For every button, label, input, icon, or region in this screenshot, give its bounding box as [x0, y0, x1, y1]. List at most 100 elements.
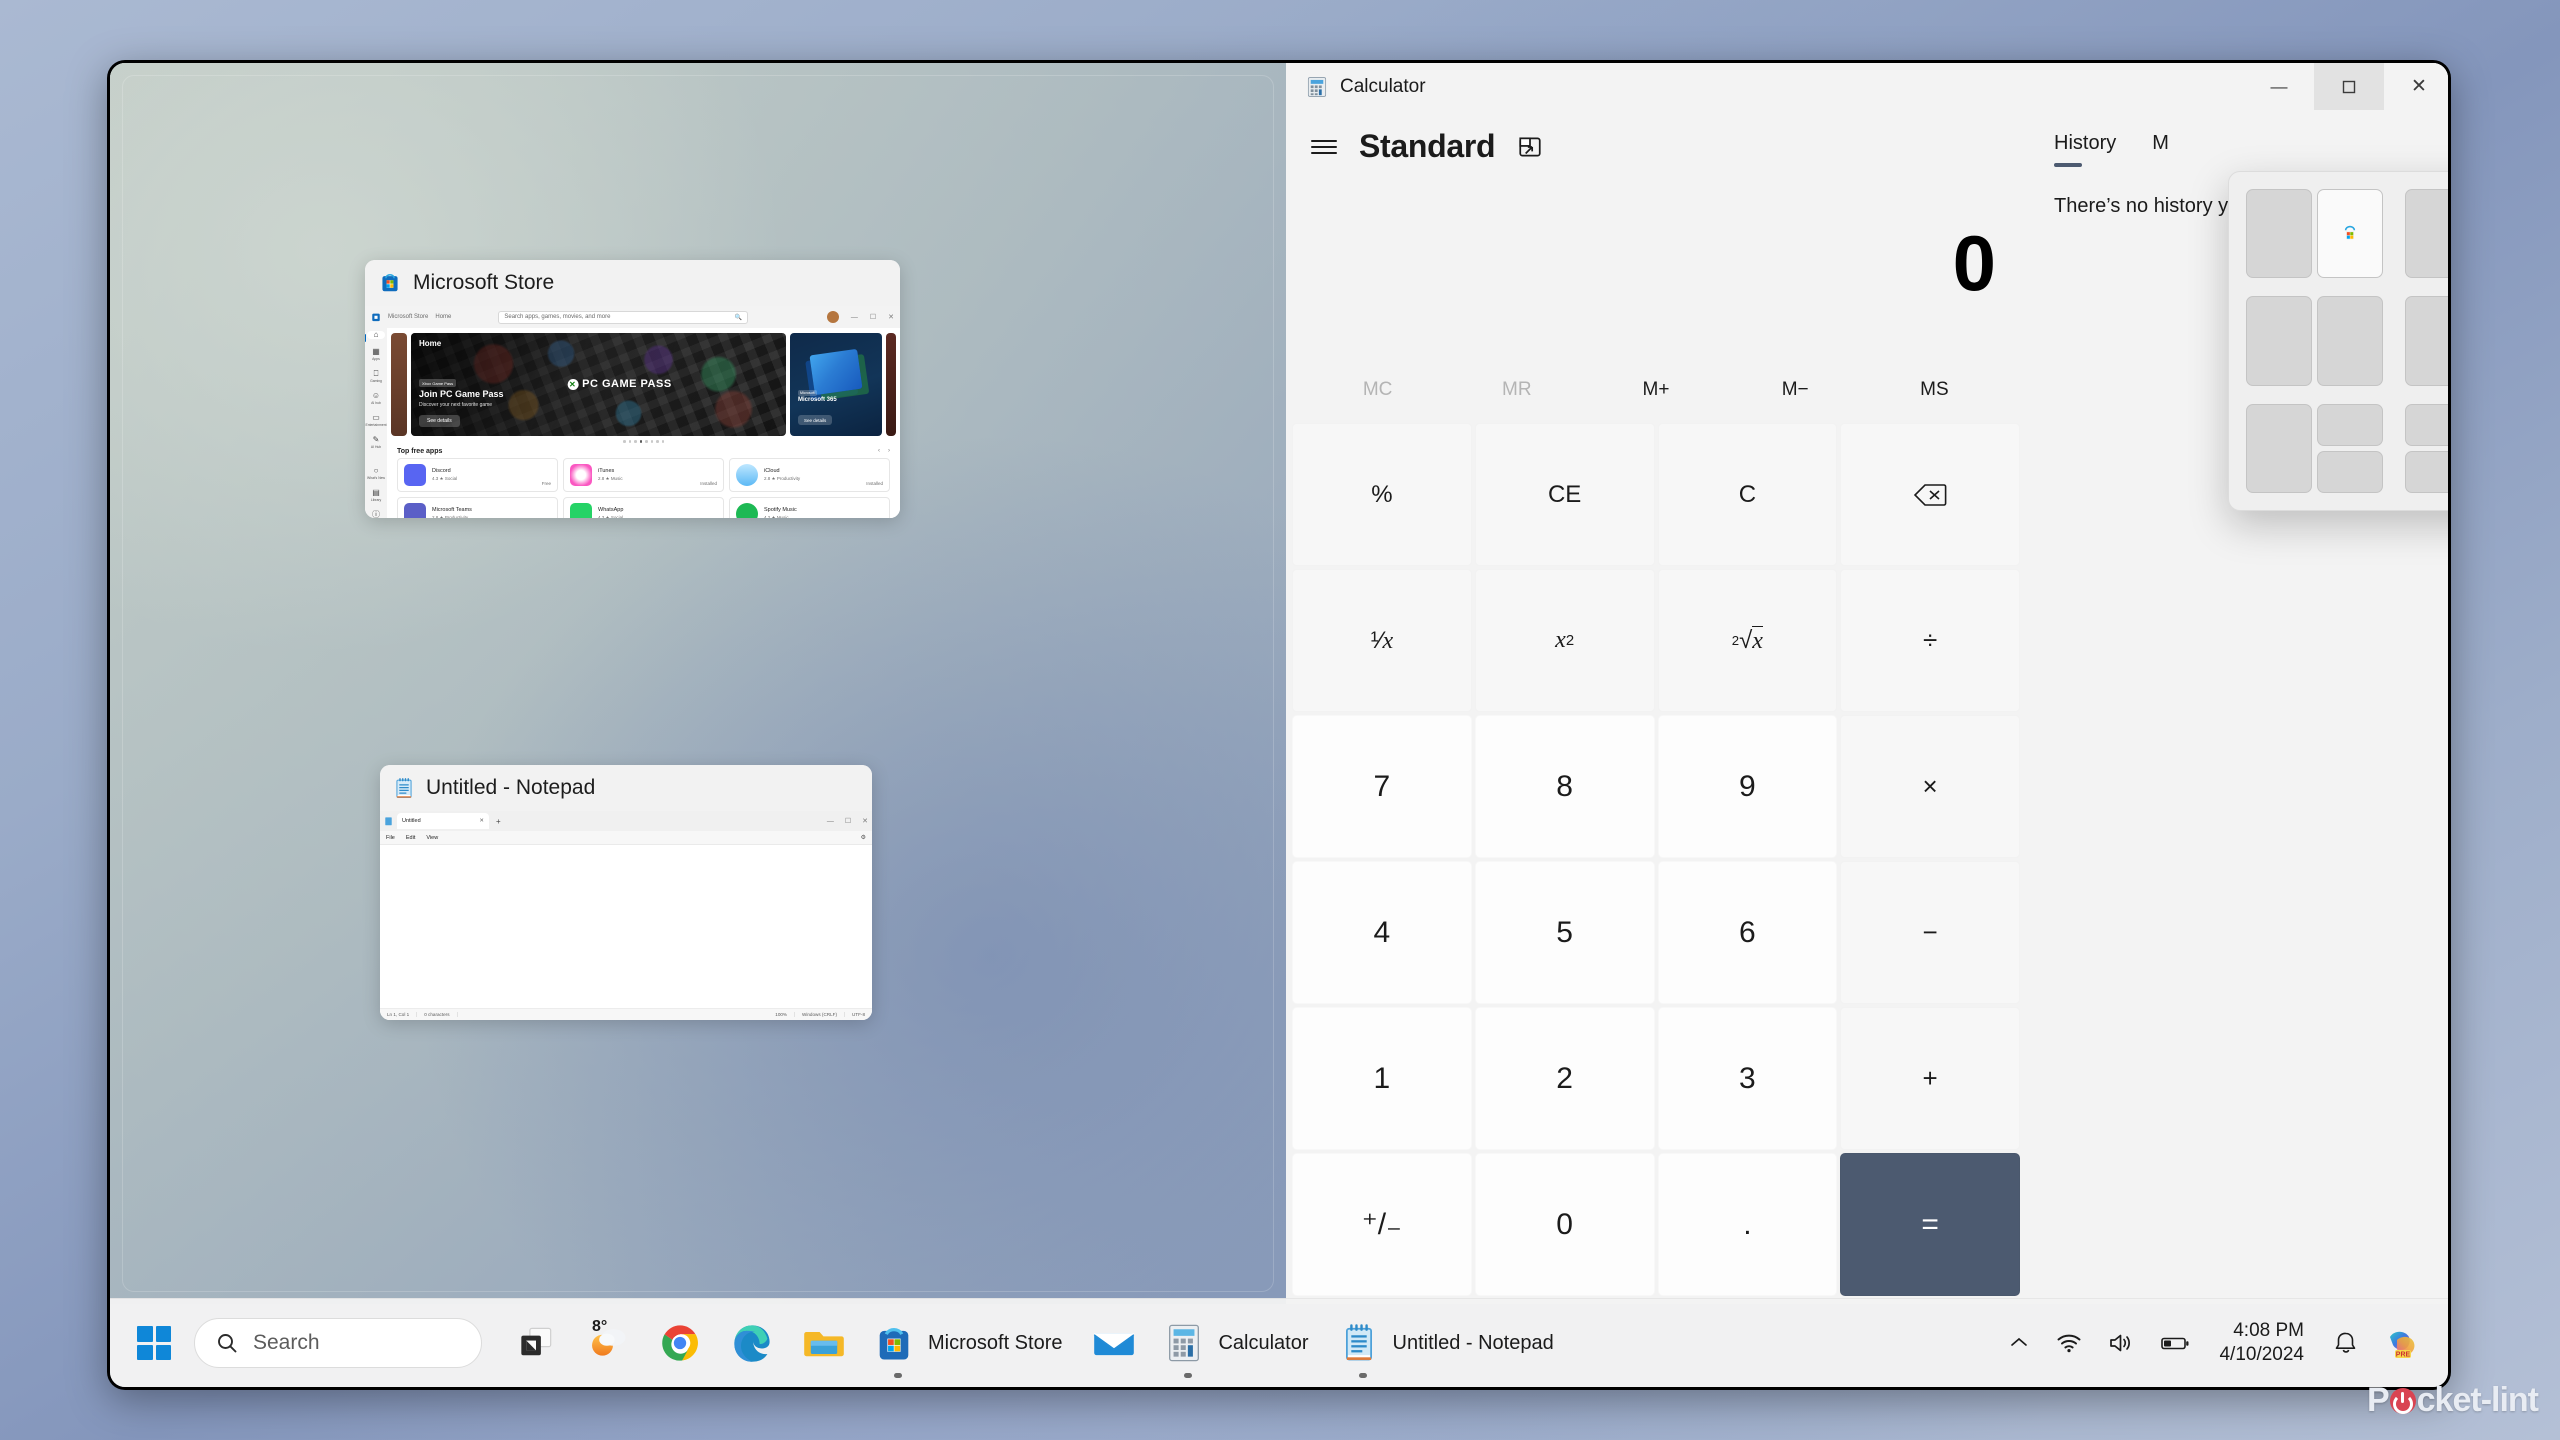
taskbar-item-microsoft-store[interactable]: Microsoft Store: [860, 1312, 1078, 1374]
snap-layout-four-quadrants[interactable]: [2405, 403, 2448, 493]
hero-cta-button[interactable]: See details: [419, 415, 460, 427]
memory-clear-button[interactable]: MC: [1308, 379, 1447, 401]
memory-add-button[interactable]: M+: [1586, 379, 1725, 401]
snap-zone-bottom-right[interactable]: [2317, 450, 2383, 493]
tray-notifications-button[interactable]: [2320, 1313, 2372, 1373]
snap-zone-top-left[interactable]: [2405, 403, 2448, 446]
hero-slide-m365[interactable]: Microsoft Microsoft 365 See details: [790, 333, 882, 436]
minimize-icon[interactable]: —: [827, 818, 834, 825]
list-item[interactable]: iTunes 2.8 ★ Music Installed: [563, 457, 724, 492]
square-root-button[interactable]: 2 √ x: [1657, 569, 1838, 712]
notepad-menu-bar[interactable]: File Edit View ⚙: [380, 831, 872, 845]
snap-zone-right[interactable]: [2317, 189, 2383, 279]
notepad-window-controls[interactable]: — ☐ ✕: [827, 817, 868, 826]
hero-next-slide[interactable]: [886, 333, 896, 436]
store-mini-nav[interactable]: ⌂ ▦ Apps ⎕ Gaming ☺ AI hub ▭ Entertainme…: [365, 328, 387, 518]
digit-4-button[interactable]: 4: [1292, 861, 1472, 1004]
calculator-titlebar[interactable]: Calculator — ✕: [1286, 63, 2448, 110]
taskbar-item-edge[interactable]: [716, 1312, 788, 1374]
status-line-ending[interactable]: Windows (CRLF): [795, 1012, 845, 1017]
tray-battery-button[interactable]: [2147, 1313, 2203, 1373]
taskbar-item-file-explorer[interactable]: [788, 1312, 860, 1374]
store-nav-gaming[interactable]: ⎕ Gaming: [367, 370, 385, 384]
menu-file[interactable]: File: [386, 835, 395, 841]
digit-8-button[interactable]: 8: [1474, 715, 1655, 858]
minimize-button[interactable]: —: [2244, 63, 2314, 110]
store-nav-library[interactable]: ▤ Library: [367, 489, 385, 503]
plus-minus-button[interactable]: ⁺/₋: [1292, 1153, 1472, 1296]
carousel-dot[interactable]: [628, 440, 631, 443]
digit-2-button[interactable]: 2: [1474, 1007, 1655, 1150]
store-nav-whatsnew[interactable]: ○ What's New: [367, 467, 385, 481]
snap-layout-left-two-stacked-right[interactable]: [2246, 403, 2383, 493]
store-nav-home[interactable]: ⌂: [365, 331, 385, 342]
multiply-button[interactable]: ×: [1840, 715, 2020, 858]
task-view-thumbnail-notepad[interactable]: Untitled - Notepad Untitled ✕ + — ☐ ✕ Fi…: [380, 765, 872, 1020]
close-button[interactable]: ✕: [2384, 63, 2448, 110]
carousel-dot[interactable]: [645, 440, 648, 443]
tray-overflow-button[interactable]: [1995, 1313, 2043, 1373]
taskbar-item-chrome[interactable]: [644, 1312, 716, 1374]
snap-layout-two-columns[interactable]: [2246, 296, 2383, 386]
taskbar-item-notepad[interactable]: Untitled - Notepad: [1325, 1312, 1570, 1374]
square-button[interactable]: x2: [1474, 569, 1655, 712]
list-item[interactable]: WhatsApp 4.3 ★ Social Installed: [563, 496, 724, 518]
taskbar-item-calculator[interactable]: Calculator: [1150, 1312, 1324, 1374]
close-icon[interactable]: ✕: [862, 817, 868, 825]
menu-edit[interactable]: Edit: [406, 835, 415, 841]
store-nav-apps[interactable]: ▦ Apps: [367, 348, 385, 362]
snap-layout-large-left-two-right[interactable]: [2405, 189, 2448, 279]
snap-zone-right[interactable]: [2317, 296, 2383, 386]
digit-3-button[interactable]: 3: [1657, 1007, 1838, 1150]
digit-7-button[interactable]: 7: [1292, 715, 1472, 858]
backspace-button[interactable]: [1840, 423, 2020, 566]
list-item[interactable]: iCloud 2.8 ★ Productivity Installed: [729, 457, 890, 492]
decimal-button[interactable]: .: [1657, 1153, 1838, 1296]
status-encoding[interactable]: UTF-8: [845, 1012, 872, 1017]
gear-icon[interactable]: ⚙: [861, 834, 866, 841]
chevron-right-icon[interactable]: ›: [888, 448, 890, 454]
carousel-dot[interactable]: [661, 440, 664, 443]
system-tray[interactable]: 4:08 PM 4/10/2024 PRE: [1995, 1313, 2432, 1373]
snap-zone-left[interactable]: [2246, 296, 2312, 386]
notepad-tab-bar[interactable]: Untitled ✕ + — ☐ ✕: [380, 811, 872, 831]
list-item[interactable]: Microsoft Teams 2.8 ★ Productivity Free: [397, 496, 558, 518]
close-tab-icon[interactable]: ✕: [479, 818, 484, 824]
store-mini-search-box[interactable]: Search apps, games, movies, and more 🔍: [498, 310, 749, 324]
maximize-icon[interactable]: ☐: [870, 313, 876, 321]
menu-view[interactable]: View: [426, 835, 438, 841]
weather-widget[interactable]: 8°: [572, 1312, 644, 1374]
snap-zone-top-right[interactable]: [2317, 403, 2383, 446]
start-button[interactable]: [132, 1321, 176, 1365]
digit-5-button[interactable]: 5: [1474, 861, 1655, 1004]
window-controls[interactable]: — ✕: [2244, 63, 2448, 110]
carousel-dot[interactable]: [623, 440, 626, 443]
equals-button[interactable]: =: [1840, 1153, 2020, 1296]
clock[interactable]: 4:08 PM 4/10/2024: [2203, 1320, 2320, 1366]
memory-recall-button[interactable]: MR: [1447, 379, 1586, 401]
minimize-icon[interactable]: —: [851, 314, 858, 321]
clear-entry-button[interactable]: CE: [1474, 423, 1655, 566]
store-nav-entertainment[interactable]: ▭ Entertainment: [365, 414, 386, 428]
percent-button[interactable]: %: [1292, 423, 1472, 566]
hero-right-cta[interactable]: See details: [798, 415, 833, 425]
subtract-button[interactable]: −: [1840, 861, 2020, 1004]
new-tab-button[interactable]: +: [493, 817, 504, 826]
reciprocal-button[interactable]: ¹⁄x: [1292, 569, 1472, 712]
hero-prev-slide[interactable]: [391, 333, 407, 436]
taskbar[interactable]: Search 8° Microsoft Store Calculator Unt…: [110, 1298, 2448, 1387]
calculator-keypad[interactable]: % CE C ¹⁄x x2 2 √ x ÷ 7 8 9 × 4 5 6 − 1 …: [1286, 419, 2026, 1304]
list-item[interactable]: Discord 4.3 ★ Social Free: [397, 457, 558, 492]
tab-memory[interactable]: M: [2152, 132, 2169, 167]
memory-buttons-row[interactable]: MC MR M+ M− MS: [1286, 361, 2026, 419]
memory-store-button[interactable]: MS: [1865, 379, 2004, 401]
snap-layout-wide-left-narrow-right[interactable]: [2405, 296, 2448, 386]
tab-history[interactable]: History: [2054, 132, 2116, 167]
digit-1-button[interactable]: 1: [1292, 1007, 1472, 1150]
hero-slide-gamepass[interactable]: Home Xbox Game Pass Join PC Game Pass Di…: [411, 333, 786, 436]
task-view-button[interactable]: [500, 1312, 572, 1374]
snap-zone-left[interactable]: [2246, 403, 2312, 493]
status-zoom[interactable]: 100%: [768, 1012, 796, 1017]
snap-layout-two-halves[interactable]: [2246, 189, 2383, 279]
close-icon[interactable]: ✕: [888, 313, 894, 321]
